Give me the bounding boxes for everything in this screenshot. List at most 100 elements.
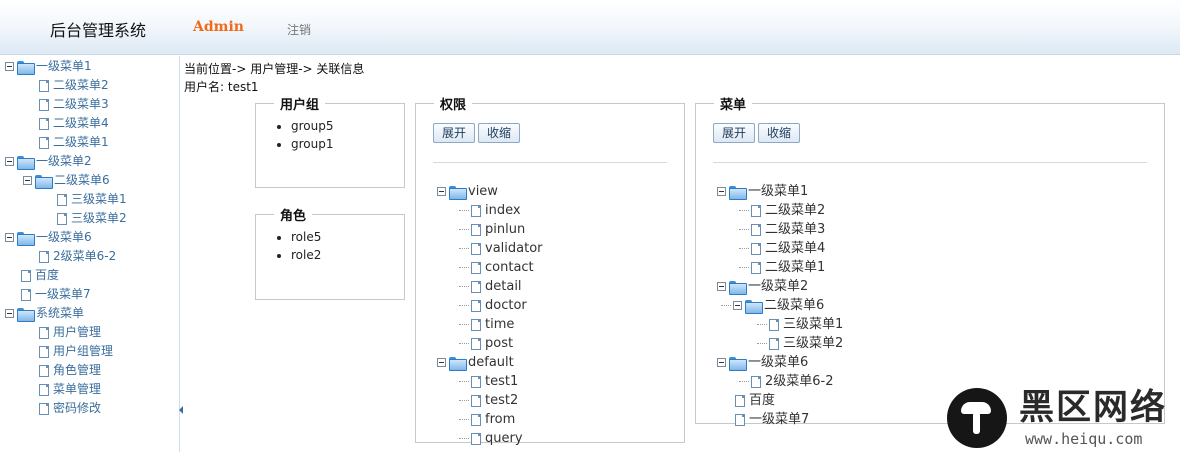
tree-node-label[interactable]: 百度: [35, 268, 59, 282]
tree-node-label[interactable]: 一级菜单1: [36, 59, 92, 73]
tree-leaf-node[interactable]: 百度: [5, 266, 127, 285]
tree-folder-node[interactable]: 一级菜单1: [5, 57, 127, 76]
permissions-expand-button[interactable]: 展开: [433, 123, 476, 143]
tree-leaf-node[interactable]: 二级菜单1: [5, 133, 127, 152]
tree-node-label[interactable]: test2: [485, 393, 518, 408]
tree-node-label[interactable]: index: [485, 203, 521, 218]
tree-leaf-node[interactable]: 三级菜单1: [717, 315, 843, 334]
tree-folder-node[interactable]: 二级菜单6: [5, 171, 127, 190]
tree-node-label[interactable]: 2级菜单6-2: [765, 374, 834, 389]
tree-leaf-node[interactable]: 用户组管理: [5, 342, 127, 361]
tree-node-label[interactable]: 密码修改: [53, 401, 101, 415]
tree-node-label[interactable]: contact: [485, 260, 534, 275]
tree-node-label[interactable]: time: [485, 317, 514, 332]
tree-folder-node[interactable]: 一级菜单2: [717, 277, 843, 296]
tree-node-label[interactable]: 一级菜单2: [36, 154, 92, 168]
tree-leaf-node[interactable]: post: [437, 334, 543, 353]
tree-node-label[interactable]: 二级菜单4: [53, 116, 109, 130]
tree-folder-node[interactable]: 系统菜单: [5, 304, 127, 323]
tree-leaf-node[interactable]: 三级菜单1: [5, 190, 127, 209]
collapse-toggle-icon[interactable]: [5, 157, 14, 166]
tree-node-label[interactable]: from: [485, 412, 515, 427]
collapse-toggle-icon[interactable]: [5, 309, 14, 318]
tree-node-label[interactable]: validator: [485, 241, 543, 256]
tree-leaf-node[interactable]: 角色管理: [5, 361, 127, 380]
tree-leaf-node[interactable]: 一级菜单7: [5, 285, 127, 304]
tree-node-label[interactable]: 用户管理: [53, 325, 101, 339]
collapse-toggle-icon[interactable]: [717, 358, 726, 367]
tree-leaf-node[interactable]: 二级菜单4: [5, 114, 127, 133]
tree-leaf-node[interactable]: 二级菜单2: [717, 201, 843, 220]
tree-leaf-node[interactable]: 用户管理: [5, 323, 127, 342]
tree-leaf-node[interactable]: 一级菜单7: [717, 410, 843, 429]
tree-node-label[interactable]: 一级菜单6: [748, 355, 808, 370]
tree-node-label[interactable]: query: [485, 431, 523, 446]
tree-folder-node[interactable]: 一级菜单2: [5, 152, 127, 171]
tree-node-label[interactable]: 2级菜单6-2: [53, 249, 116, 263]
tree-node-label[interactable]: 用户组管理: [53, 344, 113, 358]
tree-leaf-node[interactable]: 2级菜单6-2: [5, 247, 127, 266]
tree-leaf-node[interactable]: 密码修改: [5, 399, 127, 418]
tree-node-label[interactable]: 角色管理: [53, 363, 101, 377]
tree-leaf-node[interactable]: 二级菜单3: [5, 95, 127, 114]
tree-leaf-node[interactable]: test2: [437, 391, 543, 410]
tree-node-label[interactable]: default: [468, 355, 514, 370]
tree-leaf-node[interactable]: 二级菜单3: [717, 220, 843, 239]
tree-node-label[interactable]: 三级菜单2: [71, 211, 127, 225]
tree-leaf-node[interactable]: doctor: [437, 296, 543, 315]
collapse-toggle-icon[interactable]: [717, 282, 726, 291]
tree-leaf-node[interactable]: 2级菜单6-2: [717, 372, 843, 391]
tree-folder-node[interactable]: 一级菜单1: [717, 182, 843, 201]
collapse-toggle-icon[interactable]: [5, 62, 14, 71]
tree-node-label[interactable]: 一级菜单1: [748, 184, 808, 199]
collapse-toggle-icon[interactable]: [733, 301, 742, 310]
tree-node-label[interactable]: pinlun: [485, 222, 525, 237]
menus-expand-button[interactable]: 展开: [713, 123, 756, 143]
tree-leaf-node[interactable]: query: [437, 429, 543, 448]
tree-node-label[interactable]: 二级菜单3: [53, 97, 109, 111]
tree-leaf-node[interactable]: 百度: [717, 391, 843, 410]
tree-leaf-node[interactable]: 三级菜单2: [5, 209, 127, 228]
tree-node-label[interactable]: detail: [485, 279, 522, 294]
permissions-collapse-button[interactable]: 收缩: [478, 123, 521, 143]
tree-leaf-node[interactable]: index: [437, 201, 543, 220]
collapse-toggle-icon[interactable]: [23, 176, 32, 185]
tree-node-label[interactable]: 三级菜单1: [71, 192, 127, 206]
tree-node-label[interactable]: 二级菜单3: [765, 222, 825, 237]
tree-node-label[interactable]: test1: [485, 374, 518, 389]
collapse-toggle-icon[interactable]: [437, 358, 446, 367]
collapse-toggle-icon[interactable]: [5, 233, 14, 242]
tree-node-label[interactable]: view: [468, 184, 498, 199]
collapse-toggle-icon[interactable]: [717, 187, 726, 196]
tree-node-label[interactable]: doctor: [485, 298, 527, 313]
tree-leaf-node[interactable]: from: [437, 410, 543, 429]
tree-node-label[interactable]: 一级菜单7: [35, 287, 91, 301]
tree-leaf-node[interactable]: 二级菜单1: [717, 258, 843, 277]
sidebar-collapse-arrow-icon[interactable]: [179, 406, 183, 414]
tree-folder-node[interactable]: default: [437, 353, 543, 372]
tree-leaf-node[interactable]: pinlun: [437, 220, 543, 239]
tree-folder-node[interactable]: 一级菜单6: [717, 353, 843, 372]
tree-node-label[interactable]: 二级菜单1: [53, 135, 109, 149]
tree-folder-node[interactable]: 一级菜单6: [5, 228, 127, 247]
tree-folder-node[interactable]: view: [437, 182, 543, 201]
tree-leaf-node[interactable]: 二级菜单2: [5, 76, 127, 95]
tree-leaf-node[interactable]: 二级菜单4: [717, 239, 843, 258]
tree-leaf-node[interactable]: validator: [437, 239, 543, 258]
menus-collapse-button[interactable]: 收缩: [758, 123, 801, 143]
tree-node-label[interactable]: post: [485, 336, 513, 351]
tree-node-label[interactable]: 菜单管理: [53, 382, 101, 396]
tree-node-label[interactable]: 一级菜单6: [36, 230, 92, 244]
tree-node-label[interactable]: 一级菜单2: [748, 279, 808, 294]
tree-leaf-node[interactable]: test1: [437, 372, 543, 391]
tree-leaf-node[interactable]: time: [437, 315, 543, 334]
tree-leaf-node[interactable]: 菜单管理: [5, 380, 127, 399]
tree-leaf-node[interactable]: detail: [437, 277, 543, 296]
tree-node-label[interactable]: 二级菜单2: [53, 78, 109, 92]
tree-node-label[interactable]: 三级菜单1: [783, 317, 843, 332]
tree-leaf-node[interactable]: contact: [437, 258, 543, 277]
tree-node-label[interactable]: 三级菜单2: [783, 336, 843, 351]
tree-node-label[interactable]: 二级菜单2: [765, 203, 825, 218]
tree-node-label[interactable]: 二级菜单4: [765, 241, 825, 256]
tree-leaf-node[interactable]: 三级菜单2: [717, 334, 843, 353]
